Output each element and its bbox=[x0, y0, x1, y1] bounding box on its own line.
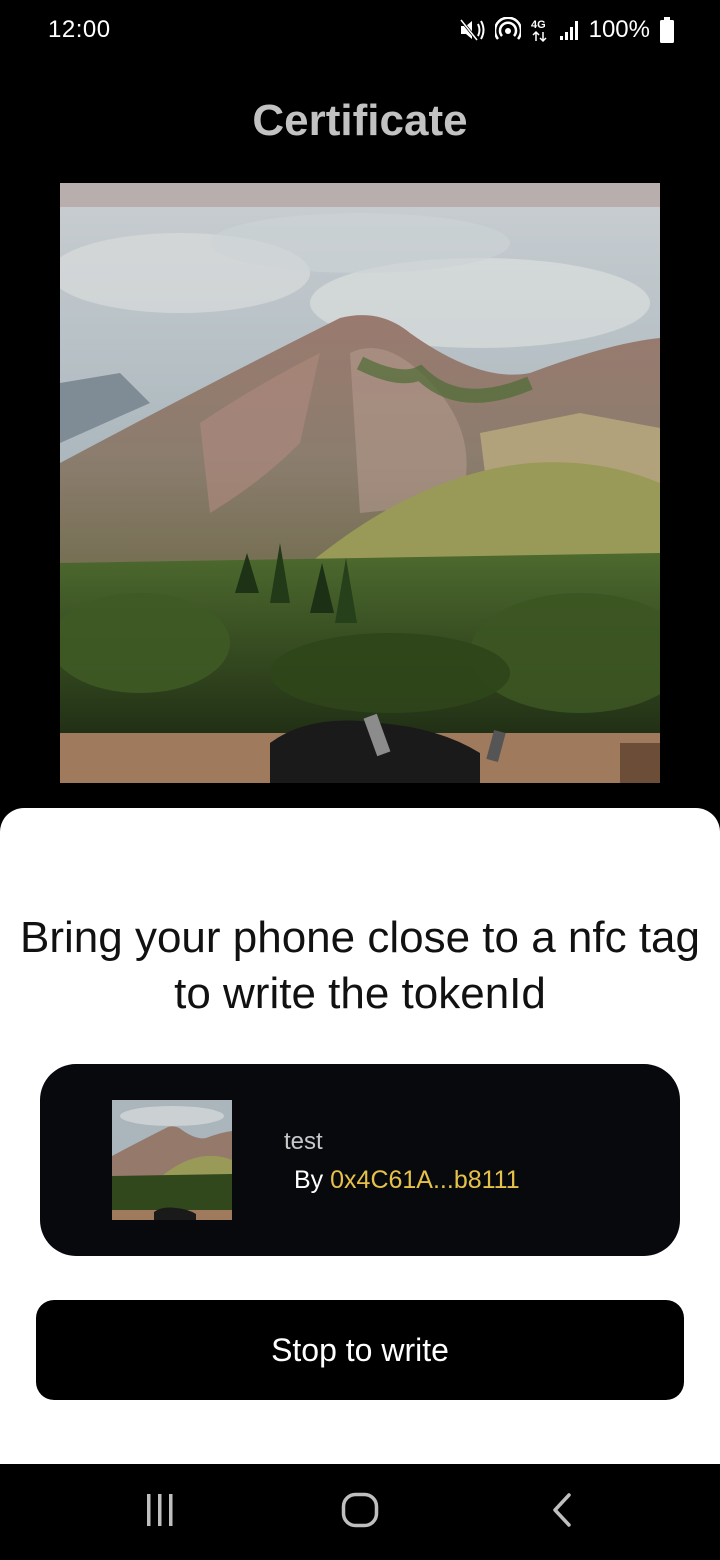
owner-address[interactable]: 0x4C61A...b8111 bbox=[330, 1166, 520, 1194]
battery-icon bbox=[660, 17, 674, 43]
recent-apps-button[interactable] bbox=[130, 1490, 190, 1534]
back-icon bbox=[551, 1492, 573, 1533]
page-title: Certificate bbox=[252, 96, 468, 145]
token-card: test By 0x4C61A...b8111 bbox=[40, 1064, 680, 1256]
status-bar: 12:00 4G 100% bbox=[0, 0, 720, 60]
status-icons: 4G 100% bbox=[459, 14, 674, 46]
artwork-image bbox=[60, 183, 660, 783]
hotspot-icon bbox=[494, 17, 521, 43]
signal-icon bbox=[559, 19, 579, 41]
navigation-bar bbox=[0, 1464, 720, 1560]
nfc-write-sheet: Bring your phone close to a nfc tag to w… bbox=[0, 808, 720, 1464]
stop-writing-button[interactable]: Stop to write bbox=[36, 1300, 684, 1400]
back-button[interactable] bbox=[532, 1490, 592, 1534]
recent-apps-icon bbox=[143, 1493, 177, 1532]
mute-icon bbox=[459, 18, 485, 42]
token-owner: By 0x4C61A...b8111 bbox=[294, 1166, 520, 1195]
token-name: test bbox=[284, 1128, 323, 1155]
svg-text:4G: 4G bbox=[531, 19, 546, 31]
battery-percentage: 100% bbox=[588, 16, 650, 43]
home-icon bbox=[341, 1492, 379, 1533]
home-button[interactable] bbox=[330, 1490, 390, 1534]
nfc-instruction-message: Bring your phone close to a nfc tag to w… bbox=[20, 913, 700, 1018]
by-label: By bbox=[294, 1166, 324, 1194]
token-thumbnail bbox=[112, 1100, 232, 1220]
network-4g-icon: 4G bbox=[531, 17, 549, 43]
status-time: 12:00 bbox=[48, 16, 111, 43]
